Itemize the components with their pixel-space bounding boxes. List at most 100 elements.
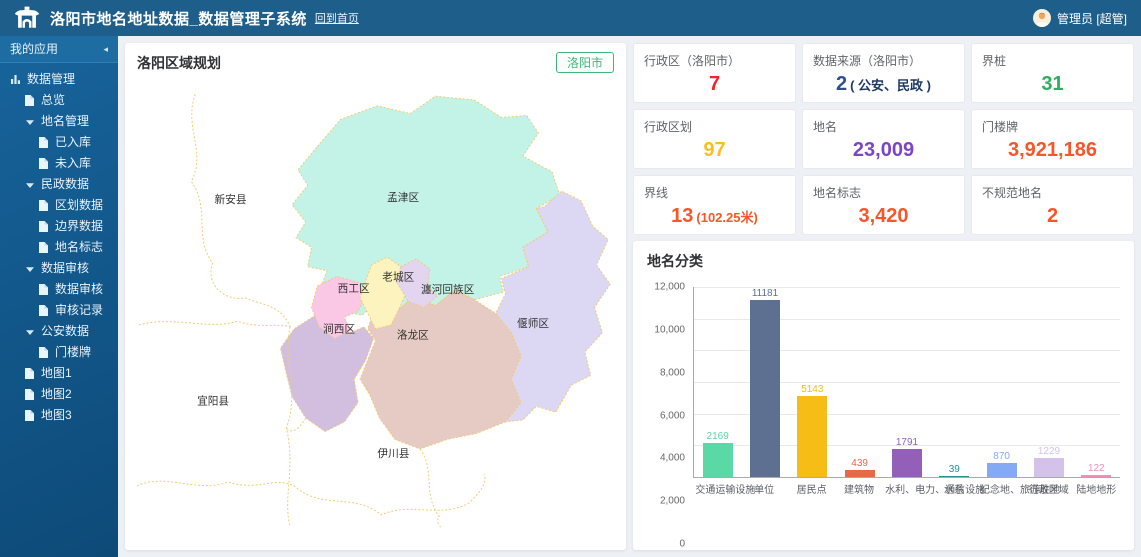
file-icon [24, 368, 35, 379]
sidebar-section-header[interactable]: 我的应用 ◂ [0, 36, 118, 63]
sidebar-item-14[interactable]: 地图1 [0, 363, 118, 384]
y-tick: 6,000 [660, 410, 685, 421]
sidebar-item-label: 地图2 [41, 384, 72, 405]
sidebar-item-7[interactable]: 边界数据 [0, 216, 118, 237]
sidebar-item-8[interactable]: 地名标志 [0, 237, 118, 258]
sidebar-item-label: 区划数据 [55, 195, 103, 216]
sidebar-item-label: 审核记录 [55, 300, 103, 321]
bar-单位: 11181 [744, 288, 787, 477]
region-map[interactable]: 孟津区偃师区洛龙区涧西区西工区老城区瀍河回族区新安县宜阳县伊川县 [137, 73, 614, 541]
stat-label: 数据来源（洛阳市） [813, 52, 954, 69]
x-axis-labels: 交通运输设施单位居民点建筑物水利、电力、通信设施水系纪念地、旅游胜地行政区域陆地… [693, 481, 1120, 496]
x-axis-label: 水系 [933, 481, 976, 496]
file-icon [38, 158, 49, 169]
app-root: 洛阳市地名地址数据_数据管理子系统 回到首页 管理员 [超管] 我的应用 ◂ 数… [0, 0, 1141, 557]
bar-交通运输设施: 2169 [696, 431, 739, 477]
city-gate-logo-icon [14, 6, 40, 30]
stat-value: 3,921,186 [1008, 139, 1097, 161]
y-tick: 0 [679, 539, 685, 550]
bar-水利、电力、通信设施: 1791 [886, 437, 929, 477]
sidebar-item-label: 数据审核 [41, 258, 89, 279]
sidebar-item-9[interactable]: 数据审核 [0, 258, 118, 279]
map-label-涧西区: 涧西区 [323, 323, 355, 336]
caret-down-icon [24, 181, 35, 189]
file-icon [24, 389, 35, 400]
bar-纪念地、旅游胜地: 870 [980, 451, 1023, 477]
user-menu[interactable]: 管理员 [超管] [1033, 9, 1127, 27]
map-label-伊川县: 伊川县 [377, 448, 409, 460]
sidebar-item-label: 总览 [41, 90, 65, 111]
stat-card-5: 门楼牌 3,921,186 [971, 109, 1134, 169]
x-axis-label: 陆地地形 [1075, 481, 1118, 496]
map-panel-title: 洛阳区域规划 [137, 53, 221, 73]
file-icon [38, 221, 49, 232]
x-axis-label: 行政区域 [1027, 481, 1070, 496]
sidebar-item-2[interactable]: 地名管理 [0, 111, 118, 132]
sidebar-item-16[interactable]: 地图3 [0, 405, 118, 426]
sidebar-item-label: 数据管理 [27, 69, 75, 90]
sidebar-item-10[interactable]: 数据审核 [0, 279, 118, 300]
county-boundary [191, 94, 290, 327]
main-content: 洛阳区域规划 洛阳市 孟津区偃师区洛龙区涧西区西工区老城区瀍河回族区新安县宜阳县… [118, 36, 1141, 557]
sidebar-item-label: 已入库 [55, 132, 91, 153]
sidebar-item-label: 地图1 [41, 363, 72, 384]
sidebar-item-label: 边界数据 [55, 216, 103, 237]
collapse-sidebar-icon[interactable]: ◂ [103, 36, 108, 62]
file-icon [38, 242, 49, 253]
bar-value-label: 439 [851, 458, 868, 469]
bar-value-label: 11181 [752, 288, 778, 299]
sidebar-item-1[interactable]: 总览 [0, 90, 118, 111]
y-axis: 12,00010,0008,0006,0004,0002,0000 [647, 287, 693, 544]
stat-card-7: 地名标志3,420 [802, 175, 965, 235]
stat-card-4: 地名23,009 [802, 109, 965, 169]
stat-label: 界桩 [982, 52, 1123, 69]
bar-chart-icon [10, 74, 21, 85]
avatar [1033, 9, 1051, 27]
bar-value-label: 1791 [896, 437, 918, 448]
map-label-宜阳县: 宜阳县 [197, 394, 229, 407]
file-icon [24, 410, 35, 421]
stat-label: 门楼牌 [982, 118, 1123, 135]
stat-card-6: 界线13(102.25米) [633, 175, 796, 235]
caret-down-icon [24, 328, 35, 336]
file-icon [38, 347, 49, 358]
file-icon [38, 137, 49, 148]
stat-card-1: 数据来源（洛阳市）2( 公安、民政 ) [802, 43, 965, 103]
map-label-洛龙区: 洛龙区 [397, 329, 429, 342]
y-tick: 12,000 [654, 282, 685, 293]
sidebar-item-6[interactable]: 区划数据 [0, 195, 118, 216]
stat-value: 2 [1047, 205, 1058, 227]
chart-title: 地名分类 [647, 251, 1120, 271]
caret-down-icon [24, 265, 35, 273]
bar-value-label: 870 [993, 451, 1010, 462]
sidebar-item-11[interactable]: 审核记录 [0, 300, 118, 321]
sidebar-item-4[interactable]: 未入库 [0, 153, 118, 174]
y-tick: 4,000 [660, 453, 685, 464]
file-icon [38, 284, 49, 295]
caret-down-icon [24, 118, 35, 126]
sidebar-item-3[interactable]: 已入库 [0, 132, 118, 153]
stat-card-0: 行政区（洛阳市）7 [633, 43, 796, 103]
bar-chart-plot: 21691118151434391791398701229122 [693, 287, 1120, 478]
sidebar-item-label: 门楼牌 [55, 342, 91, 363]
stat-value: 97 [703, 139, 725, 161]
sidebar-item-13[interactable]: 门楼牌 [0, 342, 118, 363]
sidebar-item-0[interactable]: 数据管理 [0, 69, 118, 90]
top-header: 洛阳市地名地址数据_数据管理子系统 回到首页 管理员 [超管] [0, 0, 1141, 36]
sidebar-item-12[interactable]: 公安数据 [0, 321, 118, 342]
x-axis-label: 水利、电力、通信设施 [885, 481, 928, 496]
sidebar-item-15[interactable]: 地图2 [0, 384, 118, 405]
sidebar-item-5[interactable]: 民政数据 [0, 174, 118, 195]
sidebar-section-label: 我的应用 [10, 36, 103, 62]
bar-value-label: 122 [1088, 463, 1105, 474]
stat-card-2: 界桩31 [971, 43, 1134, 103]
city-badge[interactable]: 洛阳市 [556, 52, 614, 73]
app-title: 洛阳市地名地址数据_数据管理子系统 [50, 8, 307, 29]
stat-label: 地名 [813, 118, 954, 135]
file-icon [38, 305, 49, 316]
home-link[interactable]: 回到首页 [315, 10, 359, 26]
stat-suffix: ( 公安、民政 ) [850, 78, 931, 93]
county-boundary [139, 321, 290, 327]
map-label-老城区: 老城区 [382, 270, 414, 283]
x-axis-label: 居民点 [790, 481, 833, 496]
